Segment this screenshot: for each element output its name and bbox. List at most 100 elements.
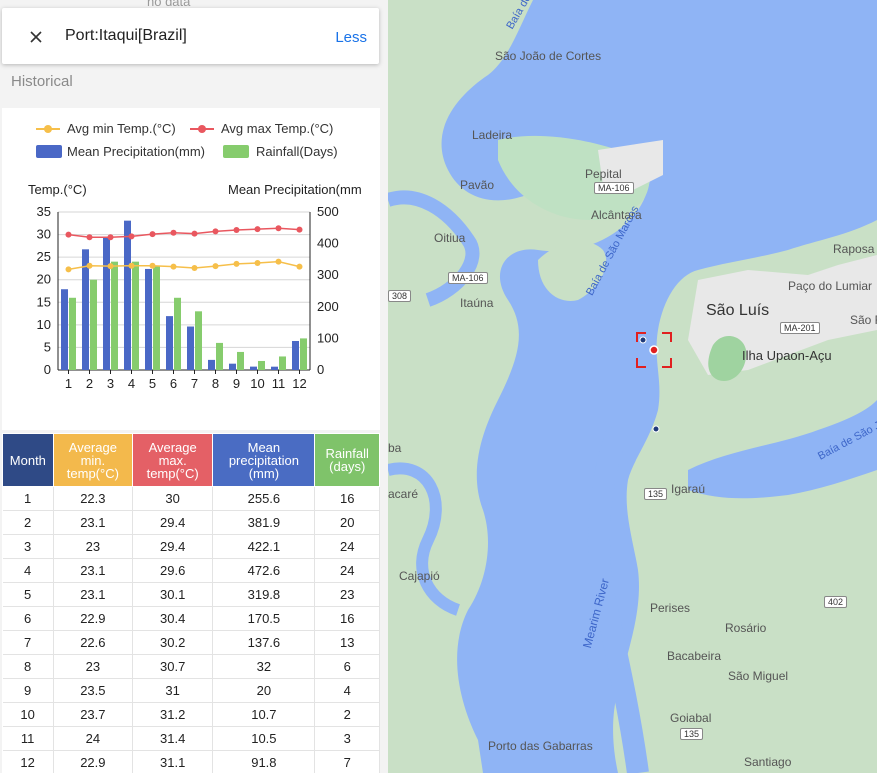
cell-min-temp: 24 xyxy=(53,726,134,751)
left-tick-label: 0 xyxy=(44,362,51,377)
cell-month: 11 xyxy=(2,726,54,751)
x-tick-label: 4 xyxy=(128,376,135,391)
table-row: 8 23 30.7 32 6 xyxy=(2,654,380,679)
map-label-ba: ba xyxy=(388,441,402,455)
cell-rainfall: 7 xyxy=(314,750,380,773)
cell-rainfall: 16 xyxy=(314,486,380,511)
cell-month: 2 xyxy=(2,510,54,535)
min-temp-point xyxy=(233,260,240,267)
max-temp-point xyxy=(86,234,93,241)
left-tick-label: 30 xyxy=(37,227,51,242)
rainfall-days-bar xyxy=(69,297,76,370)
map-label-bacabeira: Bacabeira xyxy=(667,649,722,663)
rainfall-days-bar xyxy=(258,360,265,370)
cell-max-temp: 31.1 xyxy=(132,750,214,773)
cell-precipitation: 472.6 xyxy=(212,558,316,583)
cell-rainfall: 20 xyxy=(314,510,380,535)
table-row: 3 23 29.4 422.1 24 xyxy=(2,534,380,559)
map-label-ladeira: Ladeira xyxy=(472,128,513,142)
cell-precipitation: 10.5 xyxy=(212,726,316,751)
x-tick-label: 2 xyxy=(86,376,93,391)
road-shield-ma106-a: MA-106 xyxy=(594,182,634,194)
nearby-port-dot-2[interactable] xyxy=(652,425,660,433)
cell-min-temp: 23.1 xyxy=(53,582,134,607)
cell-rainfall: 24 xyxy=(314,558,380,583)
cell-month: 7 xyxy=(2,630,54,655)
climate-table: Month Average min. temp(°C) Average max.… xyxy=(2,433,380,773)
cell-min-temp: 22.3 xyxy=(53,486,134,511)
rainfall-days-bar xyxy=(111,261,118,370)
map-label-cajapio: Cajapió xyxy=(399,569,440,583)
cell-rainfall: 6 xyxy=(314,654,380,679)
min-temp-point xyxy=(275,258,282,265)
col-header-precipitation: Mean precipitation (mm) xyxy=(212,433,316,487)
rainfall-days-bar xyxy=(195,311,202,370)
cell-month: 3 xyxy=(2,534,54,559)
cell-min-temp: 23.1 xyxy=(53,510,134,535)
max-temp-point xyxy=(170,229,177,236)
road-shield-ma106-b: MA-106 xyxy=(448,272,488,284)
max-temp-point xyxy=(212,228,219,235)
min-temp-point xyxy=(107,263,114,270)
max-temp-point xyxy=(275,225,282,232)
legend-max-temp-label: Avg max Temp.(°C) xyxy=(221,121,333,136)
cell-rainfall: 13 xyxy=(314,630,380,655)
cell-max-temp: 31.2 xyxy=(132,702,214,727)
precipitation-bar xyxy=(271,366,278,370)
nearby-port-dot[interactable] xyxy=(639,336,647,344)
max-temp-point xyxy=(128,233,135,240)
cell-max-temp: 30 xyxy=(132,486,214,511)
map-label-porto: Porto das Gabarras xyxy=(488,739,593,753)
precipitation-bar xyxy=(208,359,215,370)
x-tick-label: 3 xyxy=(107,376,114,391)
precipitation-bar xyxy=(166,316,173,370)
x-tick-label: 9 xyxy=(233,376,240,391)
legend-rainfall-swatch xyxy=(223,145,249,158)
col-header-month: Month xyxy=(2,433,54,487)
close-icon[interactable] xyxy=(24,25,48,49)
map-label-ilha: Ilha Upaon-Açu xyxy=(742,348,832,363)
cell-min-temp: 22.6 xyxy=(53,630,134,655)
cell-month: 5 xyxy=(2,582,54,607)
climate-chart: Avg min Temp.(°C) Avg max Temp.(°C) Mean P… xyxy=(2,108,380,430)
cell-precipitation: 255.6 xyxy=(212,486,316,511)
left-tick-label: 20 xyxy=(37,272,51,287)
right-tick-label: 100 xyxy=(317,330,339,345)
map-label-acare: acaré xyxy=(388,487,419,501)
road-shield-402: 402 xyxy=(824,596,848,608)
cell-month: 4 xyxy=(2,558,54,583)
map-view[interactable]: Baía de São João de Cortes Ladeira Pavão… xyxy=(388,0,877,773)
map-label-perises: Perises xyxy=(650,601,691,615)
cell-month: 12 xyxy=(2,750,54,773)
rainfall-days-bar xyxy=(90,279,97,370)
cell-rainfall: 2 xyxy=(314,702,380,727)
port-header-card: Port:Itaqui[Brazil] Less xyxy=(2,8,379,64)
left-tick-label: 10 xyxy=(37,317,51,332)
table-row: 10 23.7 31.2 10.7 2 xyxy=(2,702,380,727)
precipitation-bar xyxy=(103,236,110,370)
legend-max-temp-marker xyxy=(198,125,206,133)
max-temp-point xyxy=(107,234,114,241)
historical-section-label: Historical xyxy=(11,73,73,90)
cell-max-temp: 31 xyxy=(132,678,214,703)
rainfall-days-bar xyxy=(153,266,160,370)
min-temp-point xyxy=(296,263,303,270)
road-shield-ma201: MA-201 xyxy=(780,322,820,334)
x-tick-label: 5 xyxy=(149,376,156,391)
cell-rainfall: 16 xyxy=(314,606,380,631)
less-button[interactable]: Less xyxy=(335,29,367,46)
cell-month: 1 xyxy=(2,486,54,511)
col-header-rainfall: Rainfall (days) xyxy=(314,433,380,487)
map-label-santiago: Santiago xyxy=(744,755,792,769)
left-axis-title: Temp.(°C) xyxy=(28,182,87,197)
map-label-oitiua: Oitiua xyxy=(434,231,466,245)
map-label-igarau: Igaraú xyxy=(671,482,706,496)
map-label-sao-miguel: São Miguel xyxy=(728,669,789,683)
max-temp-line xyxy=(68,227,300,239)
table-row: 1 22.3 30 255.6 16 xyxy=(2,486,380,511)
min-temp-point xyxy=(170,263,177,270)
x-tick-label: 10 xyxy=(250,376,264,391)
min-temp-point xyxy=(149,262,156,269)
precipitation-bar xyxy=(292,340,299,370)
cell-month: 9 xyxy=(2,678,54,703)
